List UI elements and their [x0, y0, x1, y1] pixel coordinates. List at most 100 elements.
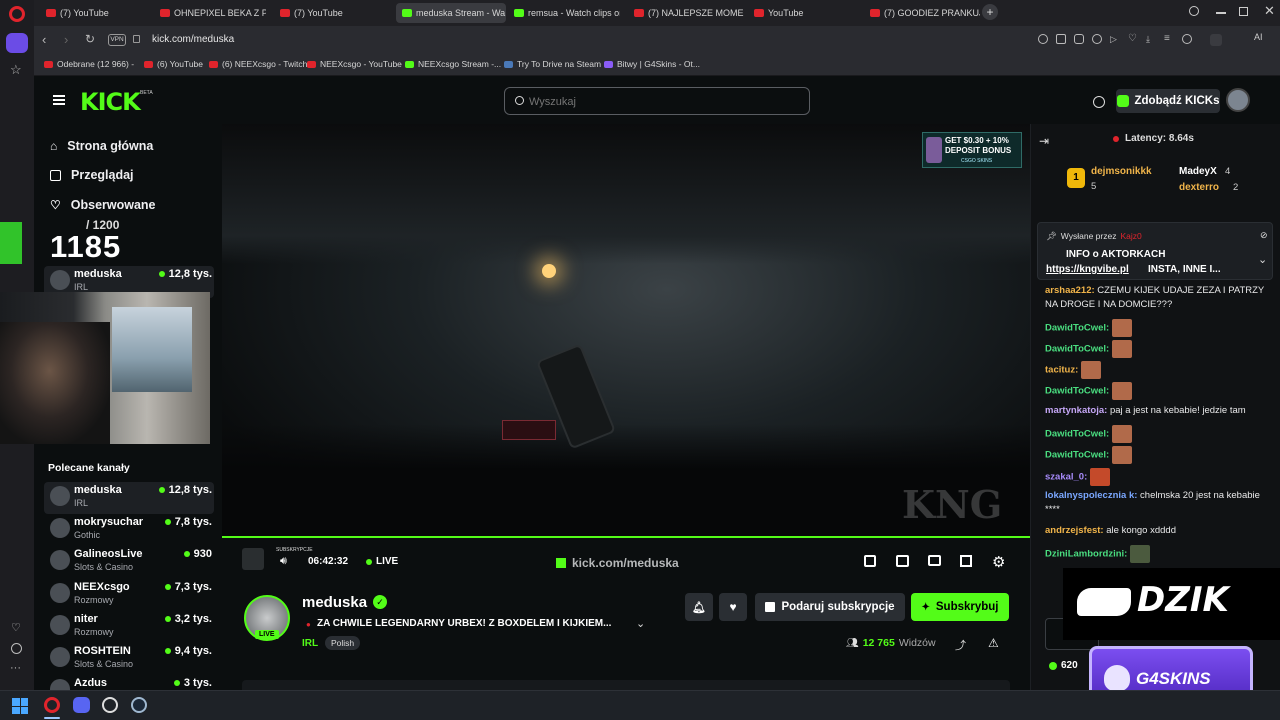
bookmark[interactable]: Try To Drive na Steam — [504, 59, 601, 69]
hamburger-menu-icon[interactable] — [53, 95, 65, 105]
miniplayer-icon[interactable] — [864, 555, 876, 567]
pinned-link[interactable]: https://kngvibe.pl — [1046, 264, 1129, 275]
edit-icon[interactable] — [1056, 34, 1066, 44]
bookmark[interactable]: (6) YouTube — [144, 59, 203, 69]
notifications-icon[interactable] — [1093, 96, 1105, 108]
shield-icon[interactable] — [1092, 34, 1102, 44]
cube-icon[interactable] — [1210, 34, 1222, 46]
nav-following[interactable]: ♡ Obserwowane — [50, 198, 156, 212]
ad-banner[interactable]: GET $0.30 + 10% DEPOSIT BONUS CSGO SKINS — [922, 132, 1022, 168]
report-warning-icon[interactable]: ⚠ — [988, 636, 999, 650]
ai-button[interactable]: AI — [1254, 32, 1263, 42]
forward-icon[interactable]: › — [64, 32, 68, 47]
tab[interactable]: (7) NAJLEPSZE MOMENTY — [628, 3, 744, 23]
search-tabs-icon[interactable] — [1189, 6, 1199, 16]
opera-logo-icon[interactable] — [9, 6, 25, 22]
clip-icon[interactable] — [896, 555, 909, 567]
play-icon[interactable]: ▷ — [1110, 34, 1120, 44]
chat-message: DawidToCwel: — [1045, 319, 1273, 337]
notification-bell-button[interactable]: 🔔︎ — [685, 593, 713, 621]
ad-character-icon — [926, 137, 942, 163]
download-icon[interactable]: ⤓ — [1146, 34, 1156, 44]
workspace-icon[interactable] — [6, 33, 28, 53]
leader-name[interactable]: dexterro — [1179, 182, 1219, 193]
recommended-channel[interactable]: mokrysuchar Gothic 7,8 tys. — [44, 514, 214, 546]
star-icon[interactable]: ☆ — [10, 62, 22, 78]
bookmark[interactable]: NEEXcsgo Stream -... — [405, 59, 501, 69]
kick-icon — [405, 60, 414, 68]
recommended-channel[interactable]: NEEXcsgo Rozmowy 7,3 tys. — [44, 579, 214, 611]
nav-home[interactable]: ⌂ Strona główna — [50, 139, 153, 153]
leader-name[interactable]: MadeyX — [1179, 166, 1217, 177]
heart-icon[interactable]: ♡ — [11, 621, 21, 634]
fullscreen-icon[interactable] — [960, 555, 972, 567]
new-tab-icon[interactable]: + — [982, 4, 998, 20]
url-field[interactable]: kick.com/meduska — [152, 34, 234, 45]
share-icon[interactable]: ⤴ — [955, 637, 966, 653]
recommended-channel[interactable]: GalineosLive Slots & Casino 930 — [44, 546, 214, 578]
search-bar[interactable] — [504, 87, 810, 115]
subscribe-button[interactable]: ✦ Subskrybuj — [911, 593, 1009, 621]
discord-icon[interactable] — [73, 697, 90, 713]
steam-icon[interactable] — [131, 697, 147, 713]
recommended-channel[interactable]: niter Rozmowy 3,2 tys. — [44, 611, 214, 643]
follow-heart-button[interactable]: ♥ — [719, 593, 747, 621]
search-input[interactable] — [529, 94, 789, 110]
channel-name[interactable]: meduska — [302, 594, 367, 611]
volume-icon[interactable]: 🔊︎ — [280, 555, 287, 568]
expand-pinned-icon[interactable]: ⌄ — [1258, 253, 1267, 266]
recommended-channel[interactable]: meduska IRL 12,8 tys. — [44, 482, 214, 514]
tab[interactable]: (7) YouTube — [40, 3, 152, 23]
url-overlay: kick.com/meduska — [556, 556, 679, 570]
tab[interactable]: OHNEPIXEL BEKA Z PASH — [154, 3, 266, 23]
collapse-chat-icon[interactable]: ⇥ — [1039, 134, 1049, 148]
tab[interactable]: remsua - Watch clips on K — [508, 3, 620, 23]
tab[interactable]: (7) GOODIEZ PRANKUJE N — [864, 3, 980, 23]
bookmark-label: NEEXcsgo - YouTube — [320, 59, 402, 69]
leader-name[interactable]: dejmsonikkk — [1091, 166, 1152, 177]
pinned-message[interactable]: 📌︎ Wysłane przez Kajz0 ⊘ INFO o AKTORKACH… — [1037, 222, 1273, 280]
history-icon[interactable] — [11, 643, 22, 654]
ad-text: DEPOSIT BONUS — [945, 146, 1012, 155]
channel-points[interactable]: 620 — [1049, 660, 1078, 671]
bookmark[interactable]: NEEXcsgo - YouTube — [307, 59, 402, 69]
get-kicks-button[interactable]: Zdobądź KICKs — [1116, 89, 1220, 113]
bookmark[interactable]: Odebrane (12 966) - — [44, 59, 134, 69]
close-icon[interactable]: ✕ — [1264, 3, 1275, 19]
window-view — [112, 307, 192, 392]
theatre-mode-icon[interactable] — [928, 555, 941, 566]
category-link[interactable]: IRL — [302, 638, 318, 649]
gift-subscription-button[interactable]: Podaruj subskrypcje — [755, 593, 905, 621]
account-icon[interactable] — [1182, 34, 1192, 44]
recommended-channel[interactable]: ROSHTEIN Slots & Casino 9,4 tys. — [44, 643, 214, 675]
recommended-channel[interactable]: Azdus 3 tys. — [44, 675, 214, 690]
heart-icon[interactable]: ♡ — [1128, 34, 1138, 44]
user-avatar[interactable] — [1226, 88, 1250, 112]
opera-taskbar-icon[interactable] — [44, 697, 60, 713]
vpn-badge[interactable]: VPN — [108, 34, 126, 46]
reload-icon[interactable]: ↻ — [85, 32, 95, 46]
menu-icon[interactable]: ≡ — [1164, 34, 1174, 44]
back-icon[interactable]: ‹ — [42, 32, 46, 47]
settings-gear-icon[interactable]: ⚙ — [992, 553, 1005, 571]
obs-icon[interactable] — [102, 697, 118, 713]
tab[interactable]: (7) YouTube — [274, 3, 394, 23]
nav-browse[interactable]: Przeglądaj — [50, 168, 134, 182]
windows-start-icon[interactable] — [12, 698, 28, 714]
tab-active[interactable]: meduska Stream - Wa — [396, 3, 506, 23]
video-player[interactable]: GET $0.30 + 10% DEPOSIT BONUS CSGO SKINS… — [222, 124, 1030, 538]
more-icon[interactable]: ··· — [10, 662, 21, 674]
kick-logo[interactable]: KICK — [80, 88, 141, 116]
bookmark[interactable]: (6) NEEXcsgo - Twitch — [209, 59, 307, 69]
maximize-icon[interactable] — [1239, 7, 1248, 16]
minimize-icon[interactable] — [1216, 12, 1226, 14]
chat-message: DawidToCwel: — [1045, 340, 1273, 358]
bookmark[interactable]: Bitwy | G4Skins - Ot... — [604, 59, 700, 69]
language-tag[interactable]: Polish — [325, 636, 361, 650]
expand-title-icon[interactable]: ⌄ — [636, 617, 645, 630]
tab[interactable]: YouTube — [748, 3, 860, 23]
zoom-icon[interactable] — [1038, 34, 1048, 44]
emote-icon — [1129, 545, 1150, 563]
hide-pinned-icon[interactable]: ⊘ — [1260, 230, 1268, 241]
camera-icon[interactable] — [1074, 34, 1084, 44]
